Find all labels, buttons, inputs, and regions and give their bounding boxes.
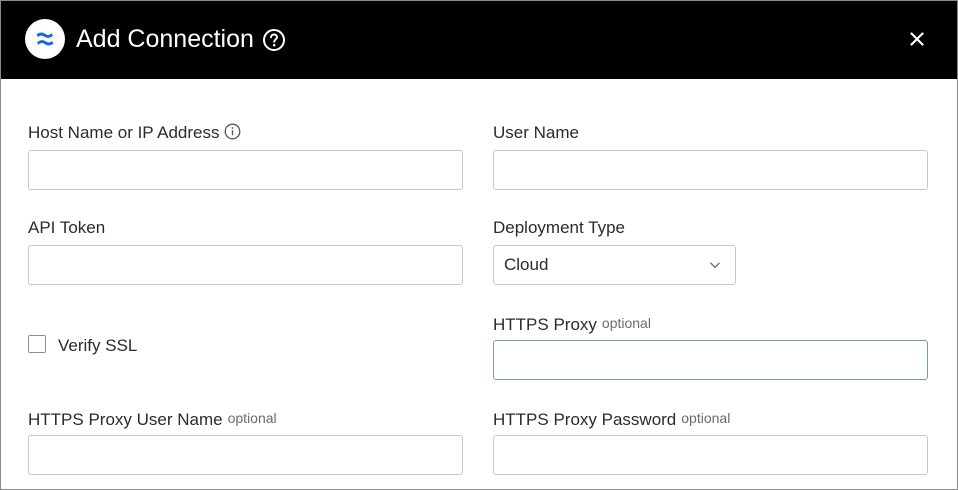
host-input[interactable] [28, 150, 463, 190]
user-name-label: User Name [493, 123, 579, 142]
help-circle-icon[interactable] [262, 28, 286, 52]
https-proxy-password-input[interactable] [493, 435, 928, 475]
verify-ssl-label[interactable]: Verify SSL [58, 335, 137, 357]
deployment-type-label: Deployment Type [493, 218, 625, 237]
chevron-down-icon [710, 262, 720, 269]
https-proxy-user-label: HTTPS Proxy User Name optional [28, 410, 277, 429]
deployment-type-value: Cloud [504, 255, 549, 274]
https-proxy-label: HTTPS Proxy optional [493, 315, 651, 334]
optional-tag: optional [227, 410, 277, 426]
info-circle-icon[interactable] [224, 123, 241, 140]
optional-tag: optional [601, 315, 651, 331]
https-proxy-input[interactable] [493, 340, 928, 380]
api-token-label: API Token [28, 218, 106, 237]
add-connection-dialog: Add Connection Host Name or IP Address U… [0, 0, 958, 490]
dialog-header: Add Connection [1, 1, 957, 79]
user-name-input[interactable] [493, 150, 928, 190]
host-label: Host Name or IP Address [28, 122, 241, 144]
https-proxy-user-input[interactable] [28, 435, 463, 475]
close-icon [910, 32, 924, 46]
verify-ssl-checkbox[interactable] [28, 335, 46, 353]
close-button[interactable] [903, 25, 931, 53]
dialog-title: Add Connection [76, 25, 254, 53]
deployment-type-select[interactable]: Cloud [493, 245, 736, 285]
https-proxy-password-label: HTTPS Proxy Password optional [493, 410, 731, 429]
optional-tag: optional [681, 410, 731, 426]
confluence-logo-icon [25, 19, 65, 59]
api-token-input[interactable] [28, 245, 463, 285]
